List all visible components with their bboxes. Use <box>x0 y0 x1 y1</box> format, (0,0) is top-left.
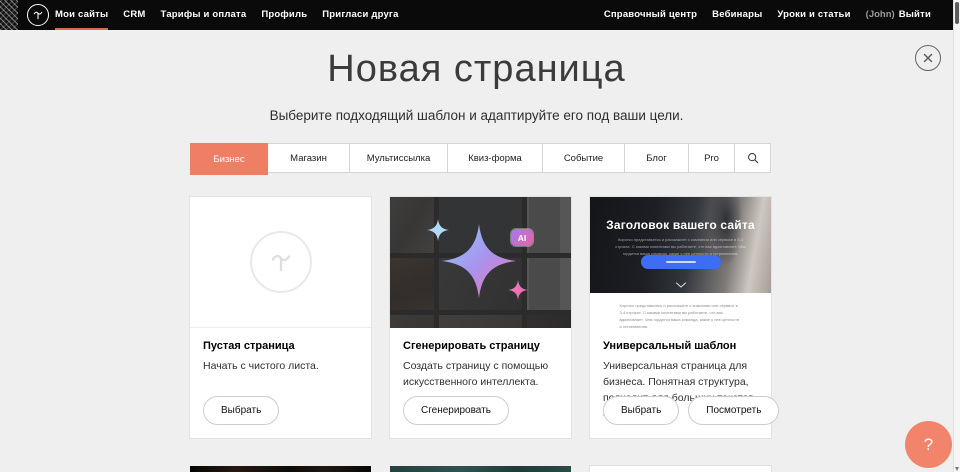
card-actions: Сгенерировать <box>403 396 509 425</box>
ai-badge: AI <box>511 229 533 246</box>
card-description: Создать страницу с помощью искусственног… <box>403 359 558 391</box>
search-icon <box>747 152 759 164</box>
nav-invite-friend[interactable]: Пригласи друга <box>322 0 398 30</box>
logout-link[interactable]: Выйти <box>899 0 931 30</box>
page-subtitle: Выберите подходящий шаблон и адаптируйте… <box>0 108 953 123</box>
user-name: (John) <box>866 0 895 30</box>
card-description: Начать с чистого листа. <box>203 359 358 375</box>
tab-blog[interactable]: Блог <box>625 144 689 172</box>
nav-webinars[interactable]: Вебинары <box>712 0 762 30</box>
nav-help-center[interactable]: Справочный центр <box>604 0 697 30</box>
topbar-nav-left: Мои сайты CRM Тарифы и оплата Профиль Пр… <box>55 0 399 30</box>
nav-crm[interactable]: CRM <box>123 0 145 30</box>
tilda-watermark-circle <box>250 231 312 293</box>
card-actions: Выбрать Посмотреть <box>603 396 779 425</box>
universal-template-preview: Заголовок вашего сайта Коротко представь… <box>590 197 771 328</box>
nav-my-sites[interactable]: Мои сайты <box>55 0 108 30</box>
card-title: Универсальный шаблон <box>603 340 758 352</box>
tab-shop[interactable]: Магазин <box>268 144 350 172</box>
card-body: Пустая страница Начать с чистого листа. … <box>190 328 371 438</box>
topbar-nav-right: Справочный центр Вебинары Уроки и статьи… <box>604 0 931 30</box>
choose-blank-button[interactable]: Выбрать <box>203 396 279 425</box>
page-title: Новая страница <box>0 48 953 91</box>
tab-pro[interactable]: Pro <box>689 144 735 172</box>
user-session: (John) Выйти <box>866 0 931 30</box>
template-card-universal[interactable]: Заголовок вашего сайта Коротко представь… <box>590 197 771 438</box>
template-category-tabs: Бизнес Магазин Мультиссылка Квиз-форма С… <box>190 143 771 173</box>
template-about-section: Коротко представьтесь и расскажите о ком… <box>590 293 771 328</box>
choose-universal-button[interactable]: Выбрать <box>603 396 679 425</box>
preview-universal-button[interactable]: Посмотреть <box>688 396 779 425</box>
tab-quiz-form[interactable]: Квиз-форма <box>448 144 543 172</box>
ai-preview: AI <box>390 197 571 328</box>
nav-plans-payment[interactable]: Тарифы и оплата <box>161 0 247 30</box>
card-title: Пустая страница <box>203 340 358 352</box>
card-body: Универсальный шаблон Универсальная стран… <box>590 328 771 438</box>
tilda-logo[interactable] <box>27 4 49 26</box>
help-button[interactable]: ? <box>905 421 952 468</box>
scrollbar[interactable] <box>953 0 960 472</box>
scrollbar-down-arrow[interactable] <box>955 467 959 471</box>
tilda-logo-icon <box>31 8 45 22</box>
tab-event[interactable]: Событие <box>543 144 625 172</box>
tilda-watermark-icon <box>266 247 296 277</box>
template-about-text: Коротко представьтесь и расскажите о ком… <box>620 302 742 328</box>
sparkle-big-icon <box>442 224 516 298</box>
close-button[interactable] <box>915 45 941 71</box>
card-title: Сгенерировать страницу <box>403 340 558 352</box>
tab-business[interactable]: Бизнес <box>190 143 268 175</box>
template-card-ai-generate[interactable]: AI Сгенерировать страницу Создать страни… <box>390 197 571 438</box>
blank-page-preview <box>190 197 371 328</box>
card-actions: Выбрать <box>203 396 279 425</box>
scrollbar-thumb[interactable] <box>955 2 959 24</box>
close-icon <box>922 52 934 64</box>
template-cover-photo: Заголовок вашего сайта Коротко представь… <box>590 197 771 293</box>
card-body: Сгенерировать страницу Создать страницу … <box>390 328 571 438</box>
tab-search[interactable] <box>735 144 770 172</box>
template-card-partial-3[interactable] <box>590 466 771 472</box>
template-card-blank[interactable]: Пустая страница Начать с чистого листа. … <box>190 197 371 438</box>
topbar: Мои сайты CRM Тарифы и оплата Профиль Пр… <box>0 0 953 30</box>
sparkle-pink-icon <box>508 280 528 300</box>
new-page-modal: Мои сайты CRM Тарифы и оплата Профиль Пр… <box>0 0 960 472</box>
template-cover-cta-button <box>641 255 721 269</box>
nav-profile[interactable]: Профиль <box>261 0 307 30</box>
ai-sparkles: AI <box>390 197 571 328</box>
chevron-down-icon <box>675 282 686 288</box>
template-card-partial-2[interactable] <box>390 466 571 472</box>
tab-multilink[interactable]: Мультиссылка <box>350 144 448 172</box>
template-card-partial-1[interactable] <box>190 466 371 472</box>
template-cover-heading: Заголовок вашего сайта <box>590 218 771 232</box>
generate-button[interactable]: Сгенерировать <box>403 396 509 425</box>
desktop-edge-pattern <box>0 0 18 30</box>
nav-lessons-articles[interactable]: Уроки и статьи <box>777 0 850 30</box>
